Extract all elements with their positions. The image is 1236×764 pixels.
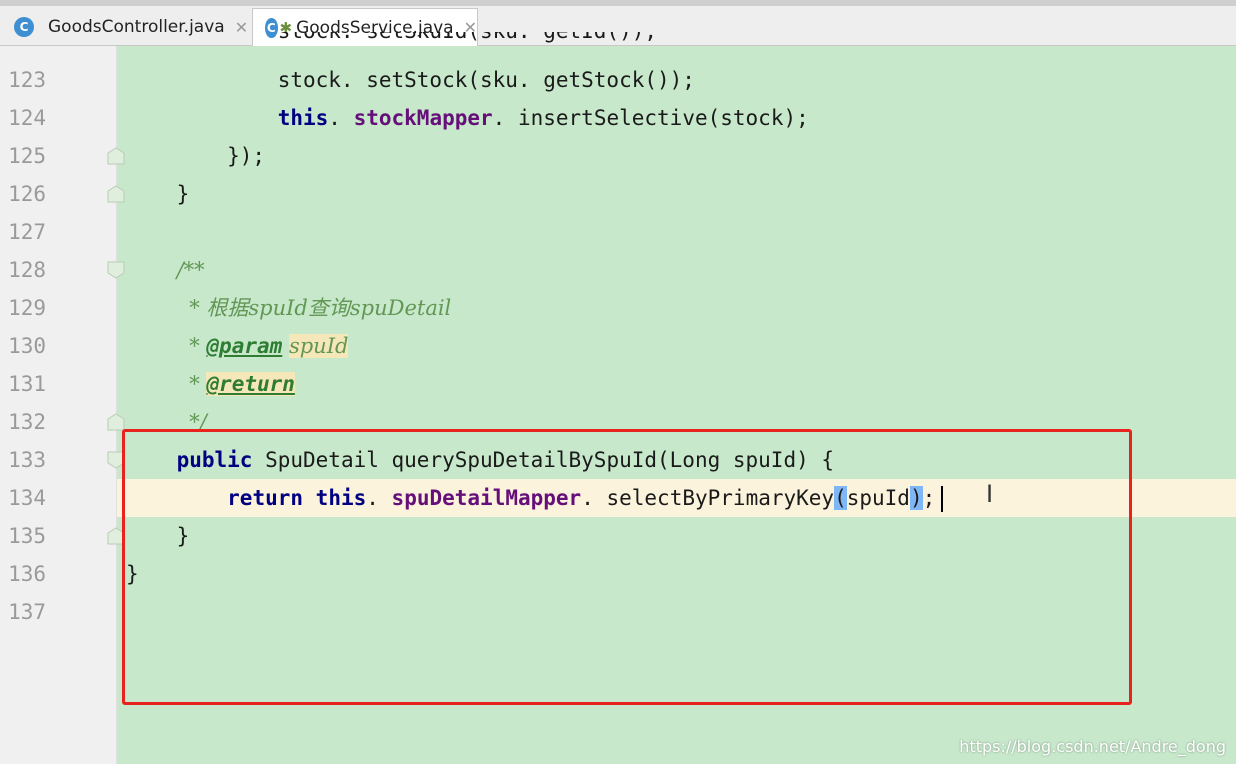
line-number: 124 xyxy=(8,106,46,130)
fold-marker-icon[interactable] xyxy=(106,185,126,203)
java-class-icon: C xyxy=(14,17,34,37)
line-number: 126 xyxy=(8,182,46,206)
code-token: this xyxy=(277,106,329,130)
code-token: * xyxy=(189,372,207,396)
line-number: 133 xyxy=(8,448,46,472)
code-text[interactable]: stock. setStock(sku. getStock()); xyxy=(126,61,695,99)
code-token: } xyxy=(126,182,190,206)
line-number: 128 xyxy=(8,258,46,282)
code-token: }); xyxy=(126,144,266,168)
code-text[interactable]: * 根据spuId查询spuDetail xyxy=(126,289,451,327)
code-line[interactable]: 129 * 根据spuId查询spuDetail xyxy=(0,289,1236,327)
code-line[interactable]: 131 * @return xyxy=(0,365,1236,403)
line-number: 136 xyxy=(8,562,46,586)
line-number: 134 xyxy=(8,486,46,510)
code-line[interactable]: 130 * @param spuId xyxy=(0,327,1236,365)
code-text[interactable]: this. stockMapper. insertSelective(stock… xyxy=(126,99,809,137)
line-number: 137 xyxy=(8,600,46,624)
line-number: 135 xyxy=(8,524,46,548)
code-text[interactable]: } xyxy=(126,175,190,213)
code-token: @return xyxy=(206,372,295,396)
line-number: 129 xyxy=(8,296,46,320)
text-cursor-icon: I xyxy=(986,480,994,508)
code-line[interactable]: 124 this. stockMapper. insertSelective(s… xyxy=(0,99,1236,137)
line-number: 132 xyxy=(8,410,46,434)
code-token: * 根据spuId查询spuDetail xyxy=(189,296,452,320)
code-text[interactable]: * @param spuId xyxy=(126,327,349,365)
code-token: . xyxy=(328,106,354,130)
fold-marker-icon[interactable] xyxy=(106,261,126,279)
code-line[interactable]: 126 } xyxy=(0,175,1236,213)
code-line[interactable]: 127 xyxy=(0,213,1236,251)
highlight-annotation-box xyxy=(122,429,1132,705)
code-text[interactable]: }); xyxy=(126,137,265,175)
code-token: stock. setStock(sku. getStock()); xyxy=(126,68,695,92)
code-token: * xyxy=(189,334,207,358)
code-text[interactable]: * @return xyxy=(126,365,295,403)
code-token: . insertSelective(stock); xyxy=(492,106,809,130)
code-text[interactable]: /** xyxy=(126,251,205,289)
line-number: 131 xyxy=(8,372,46,396)
partial-code-line: stock. setSkuId(sku. getId()); xyxy=(126,32,726,52)
code-token: /** xyxy=(176,258,205,282)
partial-code-text: stock. setSkuId(sku. getId()); xyxy=(126,32,726,50)
line-number: 127 xyxy=(8,220,46,244)
code-token: stockMapper xyxy=(353,106,493,130)
watermark: https://blog.csdn.net/Andre_dong xyxy=(959,737,1226,756)
fold-marker-icon[interactable] xyxy=(106,147,126,165)
line-number: 123 xyxy=(8,68,46,92)
code-token: @param xyxy=(206,334,283,358)
code-token: spuId xyxy=(288,334,349,358)
code-line[interactable]: 123 stock. setStock(sku. getStock()); xyxy=(0,61,1236,99)
code-line[interactable]: 128 /** xyxy=(0,251,1236,289)
line-number: 125 xyxy=(8,144,46,168)
line-number: 130 xyxy=(8,334,46,358)
code-line[interactable]: 125 }); xyxy=(0,137,1236,175)
